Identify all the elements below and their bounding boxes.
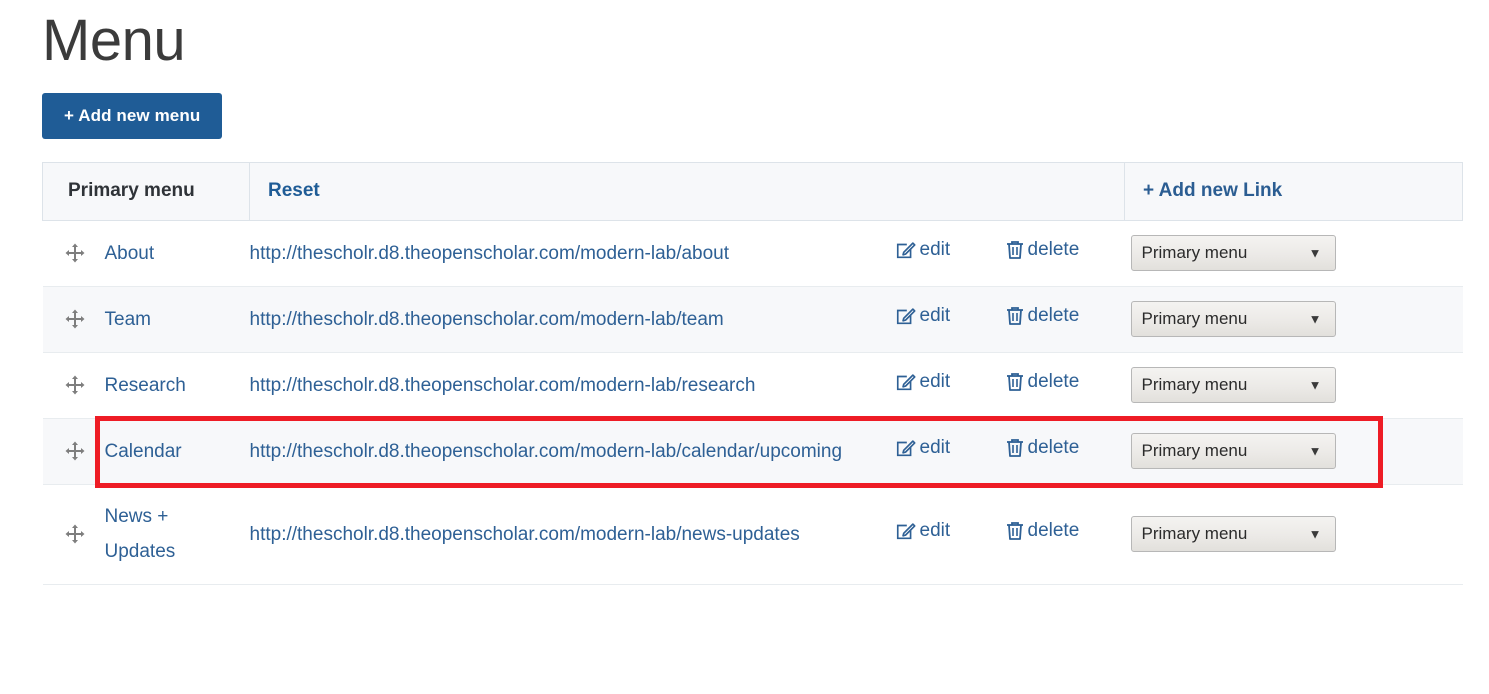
menu-select-wrapper: Primary menu ▼ xyxy=(1130,516,1336,552)
add-new-menu-button[interactable]: + Add new menu xyxy=(42,93,223,139)
delete-label: delete xyxy=(1027,305,1080,326)
row-drag-cell xyxy=(42,484,105,585)
edit-pencil-icon xyxy=(895,371,917,393)
delete-label: delete xyxy=(1027,437,1080,458)
table-body: About http://thescholr.d8.theopenscholar… xyxy=(42,220,1463,585)
row-edit-cell: edit xyxy=(894,352,1005,419)
edit-pencil-icon xyxy=(895,437,917,459)
reset-link[interactable]: Reset xyxy=(268,180,320,201)
edit-label: edit xyxy=(919,371,951,392)
delete-button[interactable]: delete xyxy=(1005,437,1080,459)
row-url[interactable]: http://thescholr.d8.theopenscholar.com/m… xyxy=(249,352,895,419)
row-drag-cell xyxy=(42,418,105,485)
menu-table-container: Primary menu Reset + Add new Link About … xyxy=(42,162,1464,585)
row-url[interactable]: http://thescholr.d8.theopenscholar.com/m… xyxy=(249,286,895,353)
menu-select-wrapper: Primary menu ▼ xyxy=(1130,433,1336,469)
edit-label: edit xyxy=(919,437,951,458)
row-menu-select-cell: Primary menu ▼ xyxy=(1124,484,1463,585)
row-menu-select-cell: Primary menu ▼ xyxy=(1124,286,1463,353)
row-title[interactable]: About xyxy=(104,220,250,287)
drag-move-icon[interactable] xyxy=(65,441,85,461)
column-header-primary-menu: Primary menu xyxy=(42,162,250,221)
column-header-primary-menu-label: Primary menu xyxy=(68,180,195,201)
table-row: Team http://thescholr.d8.theopenscholar.… xyxy=(42,286,1463,353)
menu-links-table: Primary menu Reset + Add new Link About … xyxy=(42,162,1464,585)
table-header: Primary menu Reset + Add new Link xyxy=(42,162,1464,221)
table-row: Calendar http://thescholr.d8.theopenscho… xyxy=(42,418,1463,485)
trash-icon xyxy=(1005,305,1025,327)
row-delete-cell: delete xyxy=(1004,220,1125,287)
table-row: About http://thescholr.d8.theopenscholar… xyxy=(42,220,1463,287)
row-url[interactable]: http://thescholr.d8.theopenscholar.com/m… xyxy=(249,484,895,585)
row-drag-cell xyxy=(42,220,105,287)
delete-button[interactable]: delete xyxy=(1005,305,1080,327)
row-title[interactable]: Calendar xyxy=(104,418,250,485)
add-new-link-link[interactable]: + Add new Link xyxy=(1143,180,1282,201)
trash-icon xyxy=(1005,520,1025,542)
row-drag-cell xyxy=(42,352,105,419)
row-menu-select-cell: Primary menu ▼ xyxy=(1124,418,1463,485)
delete-label: delete xyxy=(1027,371,1080,392)
table-header-row: Primary menu Reset + Add new Link xyxy=(42,162,1464,221)
row-title[interactable]: Research xyxy=(104,352,250,419)
column-header-reset: Reset xyxy=(249,162,1125,221)
column-header-add-new-link: + Add new Link xyxy=(1124,162,1464,221)
menu-select-wrapper: Primary menu ▼ xyxy=(1130,301,1336,337)
drag-move-icon[interactable] xyxy=(65,243,85,263)
row-title[interactable]: News + Updates xyxy=(104,484,250,585)
row-delete-cell: delete xyxy=(1004,484,1125,585)
edit-pencil-icon xyxy=(895,305,917,327)
row-url[interactable]: http://thescholr.d8.theopenscholar.com/m… xyxy=(249,418,895,485)
menu-select[interactable]: Primary menu xyxy=(1130,516,1336,552)
delete-button[interactable]: delete xyxy=(1005,239,1080,261)
drag-move-icon[interactable] xyxy=(65,309,85,329)
table-row: News + Updates http://thescholr.d8.theop… xyxy=(42,484,1463,585)
menu-select-wrapper: Primary menu ▼ xyxy=(1130,367,1336,403)
edit-pencil-icon xyxy=(895,239,917,261)
trash-icon xyxy=(1005,239,1025,261)
trash-icon xyxy=(1005,437,1025,459)
table-row: Research http://thescholr.d8.theopenscho… xyxy=(42,352,1463,419)
menu-select[interactable]: Primary menu xyxy=(1130,235,1336,271)
edit-button[interactable]: edit xyxy=(895,239,951,261)
row-edit-cell: edit xyxy=(894,418,1005,485)
drag-move-icon[interactable] xyxy=(65,524,85,544)
row-edit-cell: edit xyxy=(894,484,1005,585)
delete-button[interactable]: delete xyxy=(1005,520,1080,542)
edit-label: edit xyxy=(919,239,951,260)
menu-admin-page: Menu + Add new menu Primary menu Reset +… xyxy=(0,0,1489,585)
edit-label: edit xyxy=(919,305,951,326)
edit-button[interactable]: edit xyxy=(895,437,951,459)
menu-select[interactable]: Primary menu xyxy=(1130,367,1336,403)
row-menu-select-cell: Primary menu ▼ xyxy=(1124,352,1463,419)
edit-button[interactable]: edit xyxy=(895,520,951,542)
row-edit-cell: edit xyxy=(894,286,1005,353)
menu-select[interactable]: Primary menu xyxy=(1130,301,1336,337)
row-delete-cell: delete xyxy=(1004,418,1125,485)
edit-label: edit xyxy=(919,520,951,541)
delete-label: delete xyxy=(1027,520,1080,541)
delete-button[interactable]: delete xyxy=(1005,371,1080,393)
row-title[interactable]: Team xyxy=(104,286,250,353)
menu-select[interactable]: Primary menu xyxy=(1130,433,1336,469)
page-title: Menu xyxy=(42,8,186,73)
trash-icon xyxy=(1005,371,1025,393)
row-edit-cell: edit xyxy=(894,220,1005,287)
edit-button[interactable]: edit xyxy=(895,305,951,327)
delete-label: delete xyxy=(1027,239,1080,260)
row-menu-select-cell: Primary menu ▼ xyxy=(1124,220,1463,287)
row-delete-cell: delete xyxy=(1004,286,1125,353)
row-drag-cell xyxy=(42,286,105,353)
menu-select-wrapper: Primary menu ▼ xyxy=(1130,235,1336,271)
edit-pencil-icon xyxy=(895,520,917,542)
row-delete-cell: delete xyxy=(1004,352,1125,419)
edit-button[interactable]: edit xyxy=(895,371,951,393)
row-url[interactable]: http://thescholr.d8.theopenscholar.com/m… xyxy=(249,220,895,287)
drag-move-icon[interactable] xyxy=(65,375,85,395)
